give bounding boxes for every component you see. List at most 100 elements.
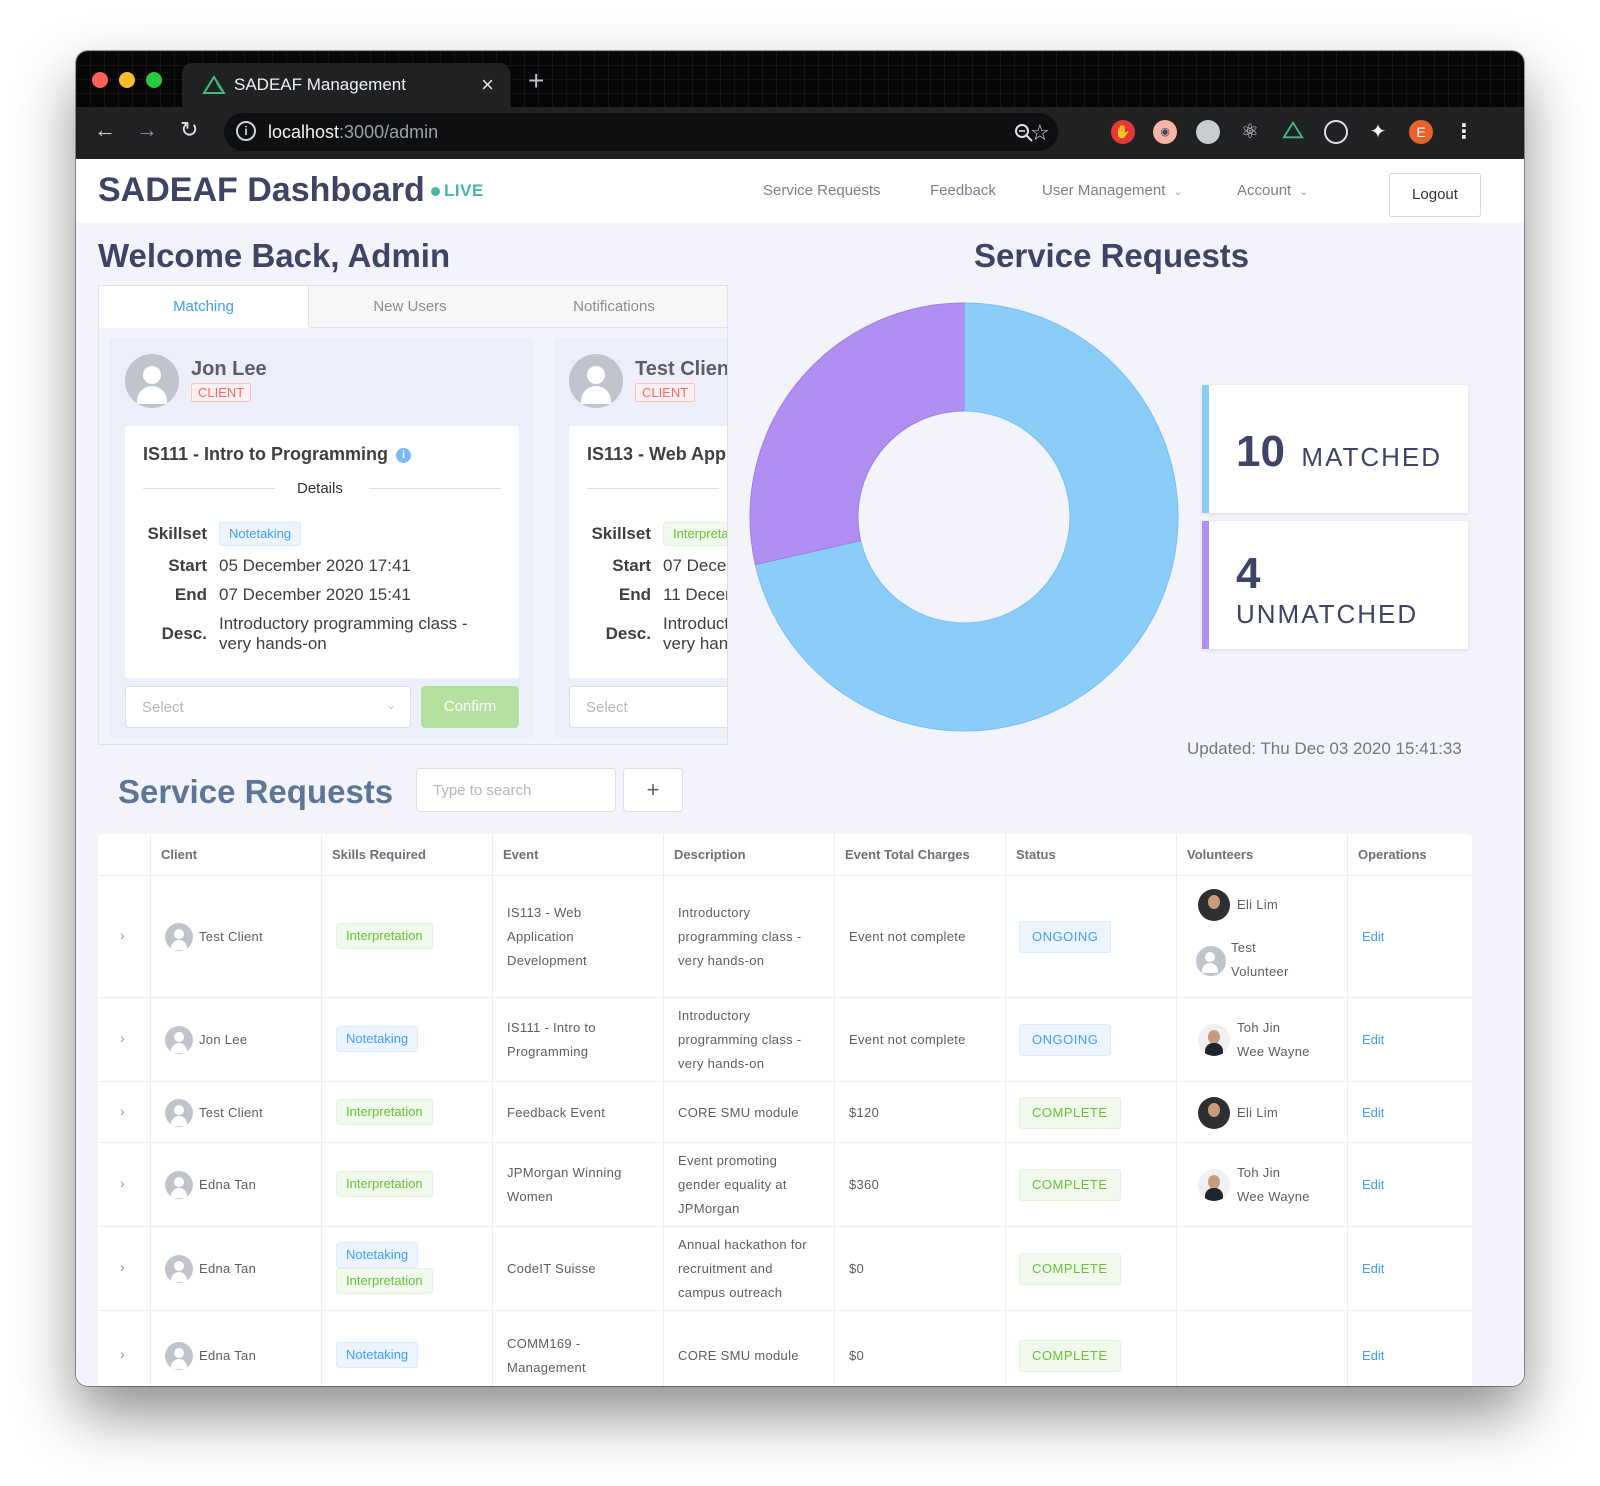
minimize-window-button[interactable]	[119, 72, 135, 88]
unmatched-label: UNMATCHED	[1236, 599, 1419, 629]
extension-react-icon[interactable]: ⚛	[1238, 120, 1262, 144]
chevron-down-icon: ⌄	[385, 698, 396, 712]
skill-tag: Interpretation	[336, 1171, 433, 1197]
description-text: programming class -	[678, 929, 802, 944]
client-name: Jon Lee	[191, 358, 267, 380]
skillset-label: Skillset	[147, 524, 207, 543]
nav-service-requests[interactable]: Service Requests	[763, 182, 881, 199]
column-header[interactable]: Event Total Charges	[834, 834, 970, 876]
edit-link[interactable]: Edit	[1362, 929, 1384, 944]
column-divider	[1176, 834, 1177, 1386]
volunteer-select[interactable]: Select ⌄	[569, 686, 727, 728]
info-icon[interactable]: i	[396, 448, 412, 463]
column-header[interactable]: Event	[492, 834, 538, 876]
tab-matching[interactable]: Matching	[99, 286, 309, 328]
extension-sphere-icon[interactable]	[1196, 120, 1220, 144]
row-divider	[98, 997, 1472, 998]
description-text: campus outreach	[678, 1285, 783, 1300]
status-badge: COMPLETE	[1019, 1169, 1121, 1201]
nav-account[interactable]: Account ⌄	[1237, 182, 1308, 199]
reload-icon[interactable]: ↻	[180, 117, 198, 143]
client-avatar-icon	[165, 1342, 193, 1370]
app-content: SADEAF Dashboard LIVE Service Requests F…	[76, 159, 1524, 1386]
expand-row-icon[interactable]: ›	[120, 1259, 125, 1275]
add-request-button[interactable]: +	[623, 768, 683, 812]
matched-color-bar	[1202, 385, 1209, 513]
updated-timestamp: Updated: Thu Dec 03 2020 15:41:33	[1187, 739, 1462, 758]
expand-row-icon[interactable]: ›	[120, 1103, 125, 1119]
column-header[interactable]: Operations	[1347, 834, 1427, 876]
donut-slice-unmatched[interactable]	[749, 302, 965, 566]
volunteer-select[interactable]: Select ⌄	[125, 686, 411, 728]
unmatched-color-bar	[1202, 521, 1209, 649]
event-details: IS111 - Intro to Programming i Details Sk…	[125, 426, 519, 678]
client-name: Edna Tan	[199, 1348, 257, 1363]
column-header[interactable]: Client	[150, 834, 197, 876]
status-badge: COMPLETE	[1019, 1253, 1121, 1285]
forward-icon[interactable]: →	[136, 117, 158, 143]
close-window-button[interactable]	[92, 72, 108, 88]
column-header[interactable]: Volunteers	[1176, 834, 1253, 876]
browser-menu-icon[interactable]: ⋮	[1452, 120, 1476, 144]
column-divider	[1347, 834, 1348, 1386]
expand-row-icon[interactable]: ›	[120, 927, 125, 943]
unmatched-stat-card: 4 UNMATCHED	[1202, 521, 1468, 649]
address-bar[interactable]: i localhost:3000/admin ☆	[224, 113, 1058, 151]
divider	[369, 488, 501, 489]
expand-row-icon[interactable]: ›	[120, 1175, 125, 1191]
nav-user-management[interactable]: User Management ⌄	[1042, 182, 1183, 199]
edit-link[interactable]: Edit	[1362, 1177, 1384, 1192]
description-text: gender equality at	[678, 1177, 787, 1192]
volunteer-name: Volunteer	[1231, 964, 1289, 979]
search-input[interactable]: Type to search	[416, 768, 616, 812]
expand-row-icon[interactable]: ›	[120, 1346, 125, 1362]
row-divider	[98, 1142, 1472, 1143]
new-tab-button[interactable]: +	[528, 65, 544, 97]
column-header[interactable]: Description	[663, 834, 746, 876]
row-divider	[98, 875, 1472, 876]
description-text: CORE SMU module	[678, 1104, 799, 1120]
column-header[interactable]: Status	[1005, 834, 1056, 876]
nav-feedback[interactable]: Feedback	[930, 182, 996, 199]
volunteer-name: Toh Jin	[1237, 1165, 1281, 1180]
extension-vue-icon[interactable]	[1281, 120, 1305, 144]
client-avatar-icon	[165, 1171, 193, 1199]
edit-link[interactable]: Edit	[1362, 1105, 1384, 1120]
description-text: Event promoting	[678, 1153, 778, 1168]
tab-notifications[interactable]: Notifications	[509, 286, 719, 328]
edit-link[interactable]: Edit	[1362, 1348, 1384, 1363]
client-avatar-icon	[165, 923, 193, 951]
service-requests-chart-title: Service Requests	[974, 237, 1250, 274]
volunteer-avatar-icon	[1196, 946, 1226, 976]
tab-new-users[interactable]: New Users	[305, 286, 515, 328]
event-charges: $0	[849, 1348, 865, 1363]
browser-tab[interactable]: SADEAF Management ×	[182, 63, 510, 107]
volunteer-avatar	[1198, 1169, 1230, 1201]
column-divider	[150, 834, 151, 1386]
matched-count: 10	[1236, 427, 1285, 476]
event-text: JPMorgan Winning	[507, 1165, 622, 1180]
event-text: Feedback Event	[507, 1104, 606, 1120]
extension-target-icon[interactable]	[1324, 120, 1348, 144]
extension-adblock-icon[interactable]: ✋	[1111, 120, 1135, 144]
confirm-button[interactable]: Confirm	[421, 686, 519, 728]
back-icon[interactable]: ←	[94, 117, 116, 143]
divider	[587, 488, 719, 489]
volunteer-name: Test	[1231, 940, 1257, 955]
desc-value-line2: very hands-on	[663, 634, 728, 653]
logout-button[interactable]: Logout	[1389, 173, 1481, 217]
bookmark-star-icon[interactable]: ☆	[1030, 120, 1050, 146]
edit-link[interactable]: Edit	[1362, 1032, 1384, 1047]
column-header[interactable]: Skills Required	[321, 834, 426, 876]
maximize-window-button[interactable]	[146, 72, 162, 88]
extension-face-icon[interactable]: ◉	[1153, 120, 1177, 144]
site-info-icon[interactable]: i	[236, 121, 256, 141]
event-text: Development	[507, 953, 587, 968]
column-divider	[834, 834, 835, 1386]
brand-title: SADEAF Dashboard	[98, 171, 425, 209]
edit-link[interactable]: Edit	[1362, 1261, 1384, 1276]
profile-avatar[interactable]: E	[1409, 120, 1433, 144]
expand-row-icon[interactable]: ›	[120, 1030, 125, 1046]
close-tab-icon[interactable]: ×	[481, 72, 494, 98]
extensions-puzzle-icon[interactable]: ✦	[1366, 120, 1390, 144]
